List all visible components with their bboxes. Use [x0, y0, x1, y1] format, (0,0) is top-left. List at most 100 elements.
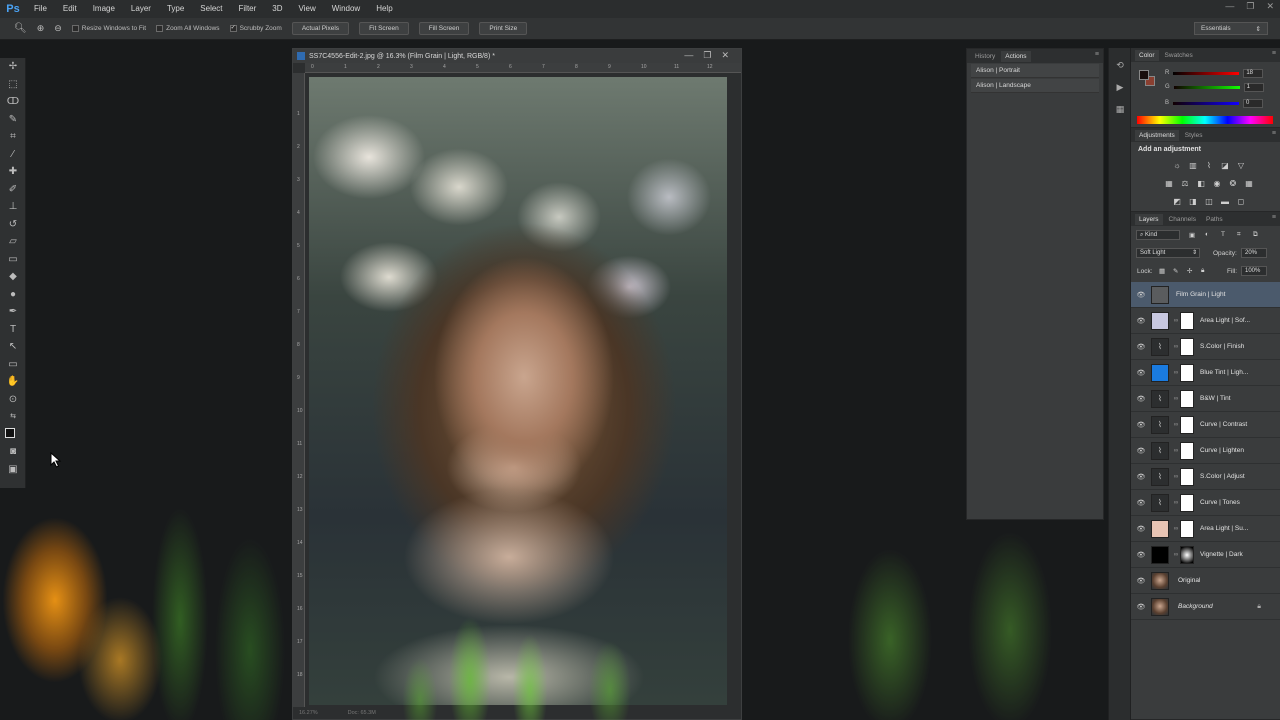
tab-paths[interactable]: Paths: [1202, 214, 1227, 225]
blue-value[interactable]: 0: [1243, 98, 1264, 108]
vibrance-icon[interactable]: ▽: [1235, 160, 1247, 172]
menu-filter[interactable]: Filter: [231, 0, 265, 18]
tab-color[interactable]: Color: [1135, 49, 1159, 61]
layer-mask-thumbnail[interactable]: [1180, 337, 1194, 356]
selective-color-icon[interactable]: ◻: [1235, 196, 1247, 208]
pen-tool-icon[interactable]: ✒: [0, 303, 26, 321]
dodge-tool-icon[interactable]: ●: [0, 286, 26, 304]
gradient-map-icon[interactable]: ▬: [1219, 196, 1231, 208]
crop-tool-icon[interactable]: ⌗: [0, 128, 26, 146]
link-icon[interactable]: ∞: [1172, 500, 1180, 506]
layer-mask-thumbnail[interactable]: [1180, 311, 1194, 330]
layer-mask-thumbnail[interactable]: [1180, 441, 1194, 460]
type-tool-icon[interactable]: T: [0, 321, 26, 339]
link-icon[interactable]: ∞: [1172, 318, 1180, 324]
menu-view[interactable]: View: [291, 0, 324, 18]
opacity-input[interactable]: 20%: [1241, 248, 1267, 258]
doc-minimize-button[interactable]: —: [684, 49, 693, 61]
link-icon[interactable]: ∞: [1172, 552, 1180, 558]
eye-visibility-icon[interactable]: 👁︎: [1131, 291, 1151, 299]
tab-layers[interactable]: Layers: [1135, 213, 1163, 225]
document-titlebar[interactable]: SS7C4556-Edit-2.jpg @ 16.3% (Film Grain …: [293, 49, 741, 63]
red-slider[interactable]: R 18: [1165, 68, 1277, 78]
link-icon[interactable]: ∞: [1172, 396, 1180, 402]
fit-screen-button[interactable]: Fit Screen: [359, 22, 409, 35]
eye-visibility-icon[interactable]: 👁︎: [1131, 317, 1151, 325]
action-set-portrait[interactable]: Alison | Portrait: [971, 64, 1099, 78]
brush-tool-icon[interactable]: ✐: [0, 181, 26, 199]
link-icon[interactable]: ∞: [1172, 370, 1180, 376]
layer-mask-thumbnail[interactable]: [1180, 545, 1194, 564]
history-brush-tool-icon[interactable]: ↺: [0, 216, 26, 234]
menu-3d[interactable]: 3D: [264, 0, 290, 18]
link-icon[interactable]: ∞: [1172, 422, 1180, 428]
lock-transparency-icon[interactable]: ▦: [1159, 267, 1165, 275]
layer-row[interactable]: 👁︎ Film Grain | Light: [1131, 282, 1280, 308]
filter-smart-object-icon[interactable]: ⧉: [1253, 231, 1258, 239]
red-value[interactable]: 18: [1243, 68, 1264, 78]
swap-colors-icon[interactable]: ⇆: [0, 408, 26, 426]
layer-row[interactable]: 👁︎ ⌇ ∞ S.Color | Adjust: [1131, 464, 1280, 490]
levels-icon[interactable]: ▥: [1187, 160, 1199, 172]
document-canvas-photo[interactable]: [309, 77, 727, 705]
hand-tool-icon[interactable]: ✋: [0, 373, 26, 391]
eye-visibility-icon[interactable]: 👁︎: [1131, 525, 1151, 533]
menu-image[interactable]: Image: [85, 0, 123, 18]
rectangle-tool-icon[interactable]: ▭: [0, 356, 26, 374]
gradient-tool-icon[interactable]: ▭: [0, 251, 26, 269]
tab-swatches[interactable]: Swatches: [1161, 50, 1197, 61]
filter-adjustment-icon[interactable]: ◐: [1205, 231, 1209, 238]
link-icon[interactable]: ∞: [1172, 526, 1180, 532]
zoom-tool-icon[interactable]: 🔍︎: [14, 23, 27, 34]
layer-row[interactable]: 👁︎ ⌇ ∞ Curve | Lighten: [1131, 438, 1280, 464]
menu-edit[interactable]: Edit: [55, 0, 85, 18]
curves-icon[interactable]: ⌇: [1203, 160, 1215, 172]
link-icon[interactable]: ∞: [1172, 474, 1180, 480]
layer-mask-thumbnail[interactable]: [1180, 363, 1194, 382]
eye-visibility-icon[interactable]: 👁︎: [1131, 343, 1151, 351]
tab-styles[interactable]: Styles: [1181, 130, 1207, 141]
layer-mask-thumbnail[interactable]: [1180, 467, 1194, 486]
eye-visibility-icon[interactable]: 👁︎: [1131, 421, 1151, 429]
actions-panel-icon[interactable]: ▶: [1109, 76, 1131, 98]
zoom-all-checkbox[interactable]: Zoom All Windows: [156, 25, 220, 32]
path-select-tool-icon[interactable]: ↖: [0, 338, 26, 356]
zoom-readout[interactable]: 16.27%: [299, 710, 318, 716]
actual-pixels-button[interactable]: Actual Pixels: [291, 22, 350, 35]
layer-row[interactable]: 👁︎ Original: [1131, 568, 1280, 594]
link-icon[interactable]: ∞: [1172, 448, 1180, 454]
color-foreground-swatch[interactable]: [1139, 70, 1149, 80]
close-button[interactable]: ✕: [1266, 0, 1274, 12]
menu-type[interactable]: Type: [159, 0, 192, 18]
fill-screen-button[interactable]: Fill Screen: [418, 22, 470, 35]
blur-tool-icon[interactable]: ◆: [0, 268, 26, 286]
quick-select-tool-icon[interactable]: ✎: [0, 111, 26, 129]
screen-mode-icon[interactable]: ▣: [0, 461, 26, 479]
menu-help[interactable]: Help: [368, 0, 400, 18]
layer-row[interactable]: 👁︎ ⌇ ∞ S.Color | Finish: [1131, 334, 1280, 360]
layer-row[interactable]: 👁︎ ∞ Area Light | Su...: [1131, 516, 1280, 542]
doc-close-button[interactable]: ✕: [721, 49, 729, 61]
quick-mask-icon[interactable]: ◙: [0, 443, 26, 461]
eye-visibility-icon[interactable]: 👁︎: [1131, 577, 1151, 585]
blue-slider[interactable]: B 0: [1165, 98, 1277, 108]
layer-mask-thumbnail[interactable]: [1180, 519, 1194, 538]
eye-visibility-icon[interactable]: 👁︎: [1131, 369, 1151, 377]
layer-row[interactable]: 👁︎ ⌇ ∞ Curve | Tones: [1131, 490, 1280, 516]
invert-icon[interactable]: ◩: [1171, 196, 1183, 208]
eye-visibility-icon[interactable]: 👁︎: [1131, 551, 1151, 559]
lasso-tool-icon[interactable]: ↀ: [0, 93, 26, 111]
info-panel-icon[interactable]: ▦: [1109, 98, 1131, 120]
layer-filter-kind[interactable]: ⌕ Kind: [1136, 230, 1180, 240]
eye-visibility-icon[interactable]: 👁︎: [1131, 395, 1151, 403]
zoom-in-icon[interactable]: ⊕: [37, 23, 45, 34]
doc-restore-button[interactable]: ❐: [703, 49, 711, 61]
eye-visibility-icon[interactable]: 👁︎: [1131, 473, 1151, 481]
filter-shape-icon[interactable]: ⌗: [1237, 231, 1241, 239]
panel-menu-icon[interactable]: ≡: [1272, 130, 1276, 137]
link-icon[interactable]: ∞: [1172, 344, 1180, 350]
menu-window[interactable]: Window: [324, 0, 368, 18]
healing-brush-tool-icon[interactable]: ✚: [0, 163, 26, 181]
panel-menu-icon[interactable]: ≡: [1095, 51, 1099, 58]
tab-adjustments[interactable]: Adjustments: [1135, 129, 1179, 141]
